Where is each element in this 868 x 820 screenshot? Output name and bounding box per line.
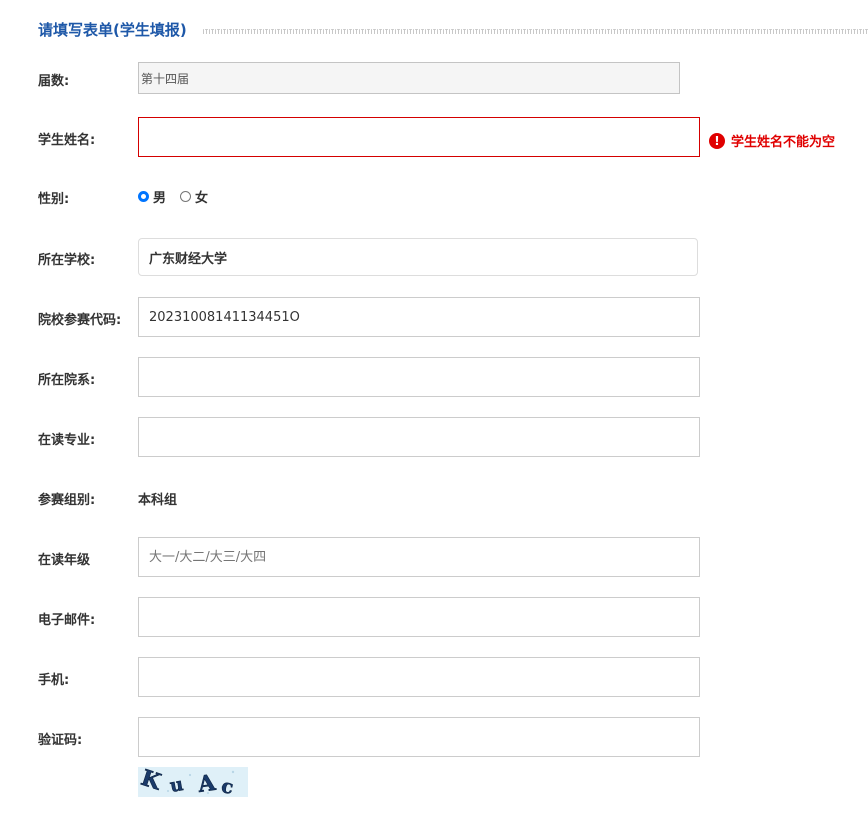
phone-label: 手机: [38, 673, 70, 688]
session-field[interactable] [138, 62, 680, 94]
radio-checked-icon[interactable] [138, 191, 149, 202]
student-name-input[interactable] [138, 117, 700, 157]
captcha-graphic: K u A c [137, 765, 248, 799]
gender-male-radio[interactable]: 男 [138, 187, 166, 206]
captcha-input[interactable] [138, 717, 700, 757]
school-code-label: 院校参赛代码: [38, 313, 122, 328]
school-input[interactable] [138, 238, 698, 276]
title-divider [203, 29, 868, 34]
email-input[interactable] [138, 597, 700, 637]
student-name-error: ! 学生姓名不能为空 [709, 131, 835, 150]
department-row: 所在院系: [0, 357, 868, 397]
session-label: 届数: [38, 74, 70, 89]
student-name-error-text: 学生姓名不能为空 [731, 135, 836, 150]
grade-label: 在读年级 [38, 553, 91, 568]
error-icon: ! [709, 132, 725, 149]
phone-input[interactable] [138, 657, 700, 697]
grade-input[interactable] [138, 537, 700, 577]
school-code-row: 院校参赛代码: [0, 297, 868, 337]
department-label: 所在院系: [38, 373, 96, 388]
major-input[interactable] [138, 417, 700, 457]
gender-female-label: 女 [195, 191, 209, 206]
email-row: 电子邮件: [0, 597, 868, 637]
student-name-label: 学生姓名: [38, 133, 96, 148]
gender-male-label: 男 [153, 191, 167, 206]
email-label: 电子邮件: [38, 613, 96, 628]
grade-row: 在读年级 [0, 537, 868, 577]
group-label: 参赛组别: [38, 493, 96, 508]
session-row: 届数: [0, 62, 868, 94]
radio-unchecked-icon[interactable] [180, 191, 192, 202]
major-label: 在读专业: [38, 433, 96, 448]
captcha-row: 验证码: [0, 717, 868, 757]
major-row: 在读专业: [0, 417, 868, 457]
captcha-label: 验证码: [38, 733, 83, 748]
gender-female-radio[interactable]: 女 [180, 187, 208, 206]
phone-row: 手机: [0, 657, 868, 697]
school-code-input[interactable] [138, 297, 700, 337]
school-label: 所在学校: [38, 253, 96, 268]
gender-label: 性别: [38, 192, 70, 207]
student-name-row: 学生姓名: ! 学生姓名不能为空 [0, 117, 868, 157]
form-section-title: 请填写表单(学生填报) [38, 21, 187, 39]
school-row: 所在学校: [0, 238, 868, 276]
captcha-image[interactable]: K u A c [137, 765, 248, 799]
group-value: 本科组 [138, 493, 178, 508]
group-row: 参赛组别: 本科组 [0, 488, 868, 508]
gender-radio-group: 男 女 [138, 187, 212, 206]
gender-row: 性别: 男 女 [0, 187, 868, 207]
department-input[interactable] [138, 357, 700, 397]
